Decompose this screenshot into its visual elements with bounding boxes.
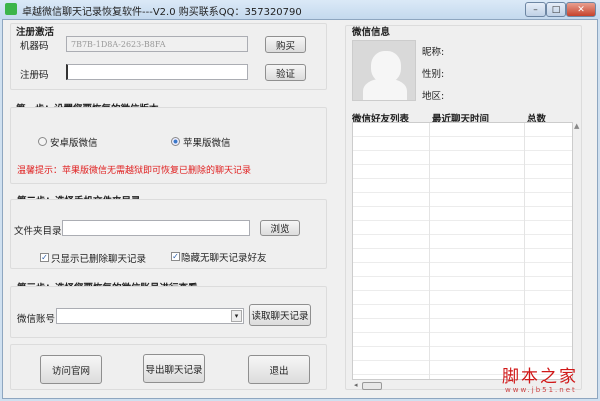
reg-code-label: 注册码	[20, 70, 49, 81]
avatar-body-icon	[363, 79, 407, 100]
register-heading: 注册激活	[16, 27, 55, 38]
folder-input[interactable]	[62, 220, 250, 236]
android-radio[interactable]	[38, 137, 47, 146]
account-label: 微信账号	[17, 314, 56, 325]
column-divider	[524, 123, 525, 379]
verify-button[interactable]: 验证	[265, 64, 306, 81]
minimize-button[interactable]: –	[525, 2, 546, 17]
read-records-button[interactable]: 读取聊天记录	[249, 304, 311, 326]
only-deleted-checkbox[interactable]: ✓	[40, 253, 49, 262]
browse-button[interactable]: 浏览	[260, 220, 300, 236]
scroll-left-icon[interactable]: ◂	[354, 381, 358, 389]
close-button[interactable]: ✕	[566, 2, 596, 17]
window-title: 卓越微信聊天记录恢复软件---V2.0 购买联系QQ：357320790	[22, 7, 302, 18]
buy-button[interactable]: 购买	[265, 36, 306, 53]
vertical-scrollbar[interactable]: ▲	[574, 122, 583, 380]
nickname-label: 昵称:	[422, 47, 445, 58]
apple-label[interactable]: 苹果版微信	[183, 135, 231, 149]
only-deleted-label[interactable]: 只显示已删除聊天记录	[51, 251, 146, 265]
app-icon	[5, 3, 17, 15]
title-bar: 卓越微信聊天记录恢复软件---V2.0 购买联系QQ：357320790 – □…	[0, 0, 600, 19]
hide-empty-checkbox[interactable]: ✓	[171, 252, 180, 261]
gender-label: 性别:	[422, 69, 445, 80]
android-label[interactable]: 安卓版微信	[50, 135, 98, 149]
watermark-logo: 脚本之家	[502, 367, 578, 387]
watermark-url: www.jb51.net	[505, 386, 577, 394]
apple-radio[interactable]	[171, 137, 180, 146]
region-label: 地区:	[422, 91, 445, 102]
chevron-down-icon[interactable]: ▾	[231, 310, 242, 322]
visit-website-button[interactable]: 访问官网	[40, 355, 102, 384]
exit-button[interactable]: 退出	[248, 355, 310, 384]
info-heading: 微信信息	[352, 27, 391, 38]
account-combobox[interactable]: ▾	[56, 308, 244, 324]
reg-code-input[interactable]	[66, 64, 248, 80]
avatar	[352, 40, 416, 101]
machine-code-label: 机器码	[20, 41, 49, 52]
scroll-thumb[interactable]	[362, 382, 382, 390]
maximize-button[interactable]: □	[546, 2, 566, 17]
column-divider	[429, 123, 430, 379]
tip-text: 温馨提示：苹果版微信无需越狱即可恢复已删除的聊天记录	[17, 166, 252, 176]
export-button[interactable]: 导出聊天记录	[143, 354, 205, 383]
friends-table[interactable]	[352, 122, 573, 380]
machine-code-field[interactable]: 7B7B-1D8A-2623-B8FA	[66, 36, 248, 52]
hide-empty-label[interactable]: 隐藏无聊天记录好友	[181, 250, 267, 264]
